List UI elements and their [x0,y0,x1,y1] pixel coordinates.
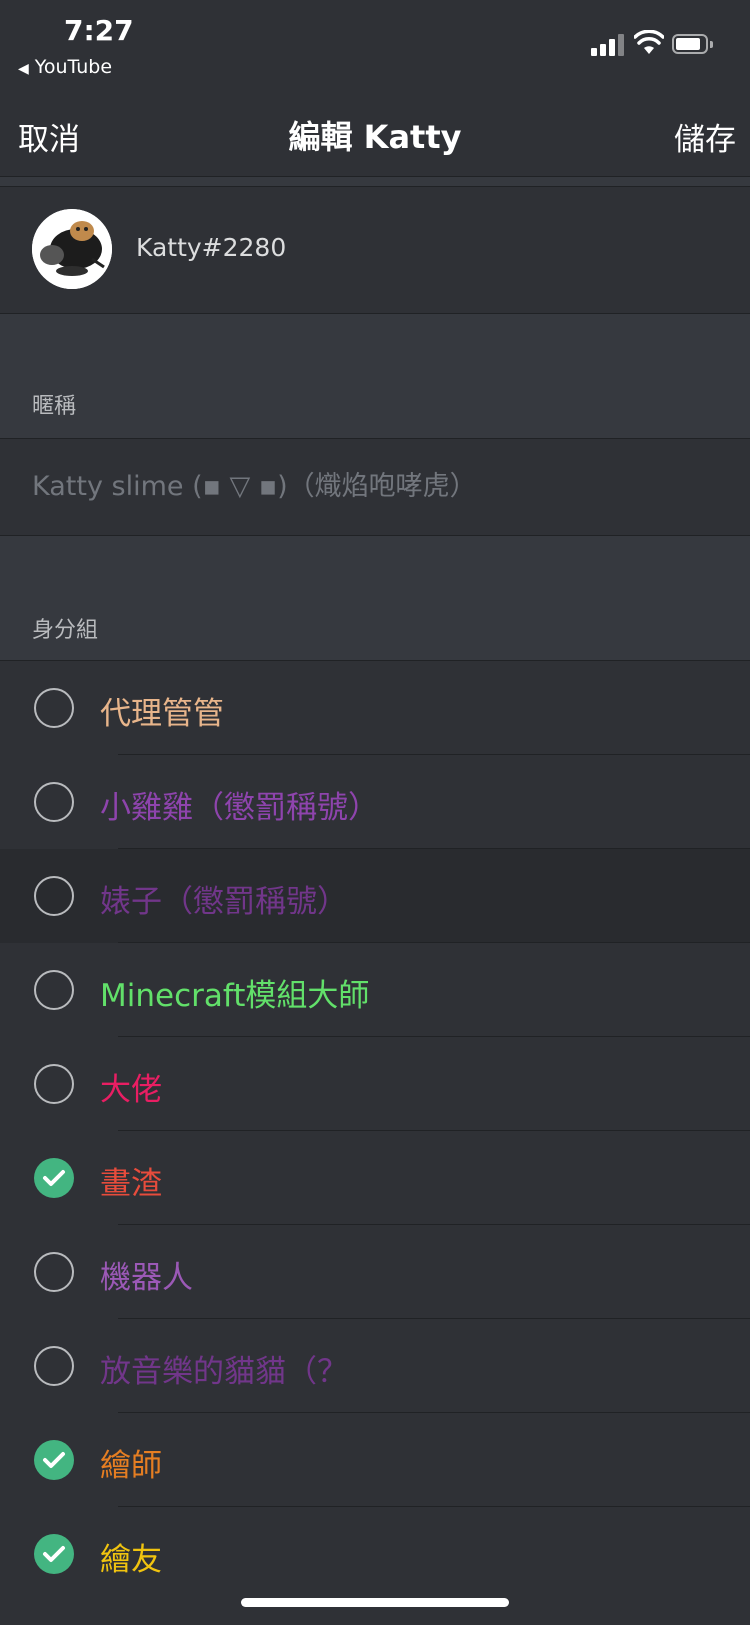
roles-section-label: 身分組 [32,618,99,643]
battery-icon [672,34,714,54]
role-name: Minecraft模組大師 [100,978,370,1014]
radio-unchecked-icon[interactable] [34,1064,74,1104]
role-item[interactable]: Minecraft模組大師 [0,943,750,1037]
roles-list: 代理管管 小雞雞（懲罰稱號） 婊子（懲罰稱號） Minecraft模組大師 大佬… [0,660,750,1625]
status-bar: 7:27 ◀ YouTube [0,0,750,88]
role-item[interactable]: 畫渣 [0,1131,750,1225]
back-to-app-link[interactable]: ◀ YouTube [18,56,112,78]
user-avatar [32,209,112,289]
navigation-bar: 取消 編輯 Katty 儲存 [0,88,750,177]
wifi-icon [634,30,664,54]
role-name: 小雞雞（懲罰稱號） [100,790,379,826]
back-triangle-icon: ◀ [18,61,29,77]
status-time: 7:27 [64,14,134,47]
role-name: 放音樂的貓貓（？ [100,1354,348,1390]
radio-unchecked-icon[interactable] [34,970,74,1010]
role-item[interactable]: 小雞雞（懲罰稱號） [0,755,750,849]
home-indicator[interactable] [241,1598,509,1607]
role-name: 大佬 [100,1072,162,1108]
role-item[interactable]: 放音樂的貓貓（？ [0,1319,750,1413]
role-name: 婊子（懲罰稱號） [100,884,348,920]
role-item[interactable]: 代理管管 [0,661,750,755]
radio-unchecked-icon[interactable] [34,1346,74,1386]
role-item[interactable]: 婊子（懲罰稱號） [0,849,750,943]
save-button[interactable]: 儲存 [674,114,736,159]
checkmark-icon[interactable] [34,1158,74,1198]
role-name: 機器人 [100,1260,193,1296]
checkmark-icon[interactable] [34,1440,74,1480]
cellular-signal-icon [591,34,625,56]
checkmark-icon[interactable] [34,1534,74,1574]
role-item[interactable]: 機器人 [0,1225,750,1319]
back-app-label: YouTube [34,56,113,78]
role-name: 繪師 [100,1448,162,1484]
role-name: 代理管管 [100,696,224,732]
role-name: 畫渣 [100,1166,162,1202]
role-item[interactable]: 繪師 [0,1413,750,1507]
profile-row: Katty#2280 [0,186,750,314]
radio-unchecked-icon[interactable] [34,782,74,822]
role-item[interactable]: 大佬 [0,1037,750,1131]
page-title: 編輯 Katty [288,118,462,156]
radio-unchecked-icon[interactable] [34,688,74,728]
nickname-input[interactable] [30,463,724,509]
radio-unchecked-icon[interactable] [34,1252,74,1292]
radio-unchecked-icon[interactable] [34,876,74,916]
role-item[interactable]: 繪友 [0,1507,750,1601]
role-name: 繪友 [100,1542,162,1578]
nickname-row [0,438,750,536]
nickname-section-label: 暱稱 [32,394,77,419]
username: Katty#2280 [136,233,287,262]
